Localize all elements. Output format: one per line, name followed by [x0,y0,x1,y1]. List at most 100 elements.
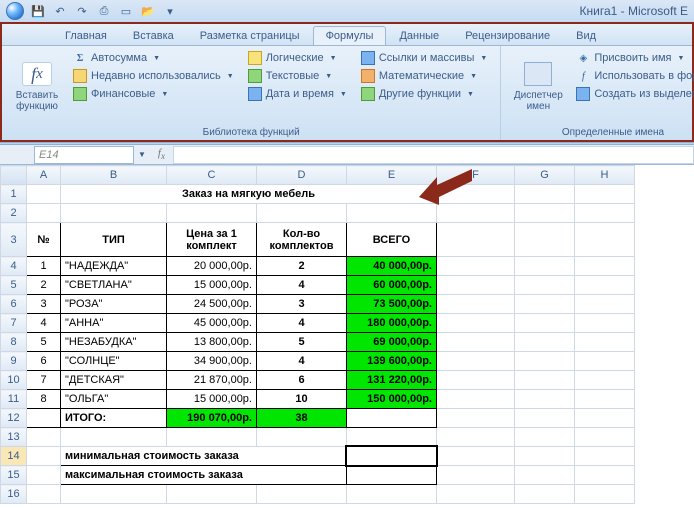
datetime-button[interactable]: Дата и время▼ [245,86,350,102]
tab-data[interactable]: Данные [386,26,452,45]
cell-price[interactable]: 45 000,00р. [167,314,257,333]
row-header[interactable]: 5 [1,276,27,295]
cell-no[interactable]: 7 [27,371,61,390]
cell-total[interactable]: 60 000,00р. [347,276,437,295]
cell-qty[interactable]: 5 [257,333,347,352]
totals-price[interactable]: 190 070,00р. [167,409,257,428]
row-header[interactable]: 12 [1,409,27,428]
cell-total[interactable]: 69 000,00р. [347,333,437,352]
cell-type[interactable]: "СВЕТЛАНА" [61,276,167,295]
cell-type[interactable]: "РОЗА" [61,295,167,314]
row-header[interactable]: 1 [1,185,27,204]
header-type[interactable]: ТИП [61,223,167,257]
min-cost-label[interactable]: минимальная стоимость заказа [61,447,347,466]
tab-formulas[interactable]: Формулы [313,26,387,45]
cell-total[interactable]: 73 500,00р. [347,295,437,314]
totals-qty[interactable]: 38 [257,409,347,428]
formula-input[interactable] [173,146,694,164]
cell-qty[interactable]: 4 [257,352,347,371]
qat-dropdown-icon[interactable]: ▾ [162,3,178,19]
cell-price[interactable]: 15 000,00р. [167,276,257,295]
cell-price[interactable]: 20 000,00р. [167,257,257,276]
row-header[interactable]: 15 [1,466,27,485]
row-header[interactable]: 7 [1,314,27,333]
row-header[interactable]: 4 [1,257,27,276]
row-header[interactable]: 13 [1,428,27,447]
max-cost-value[interactable] [347,466,437,485]
col-header[interactable]: G [515,166,575,185]
fx-label-icon[interactable]: fx [158,147,165,161]
cell-total[interactable]: 139 600,00р. [347,352,437,371]
cell-no[interactable]: 8 [27,390,61,409]
math-button[interactable]: Математические▼ [358,68,491,84]
cell-no[interactable]: 5 [27,333,61,352]
cell-no[interactable]: 4 [27,314,61,333]
cell-type[interactable]: "ДЕТСКАЯ" [61,371,167,390]
cell-type[interactable]: "АННА" [61,314,167,333]
tab-insert[interactable]: Вставка [120,26,187,45]
undo-icon[interactable]: ↶ [52,3,68,19]
cell-no[interactable]: 1 [27,257,61,276]
row-header[interactable]: 14 [1,447,27,466]
cell-total[interactable]: 180 000,00р. [347,314,437,333]
header-qty[interactable]: Кол-во комплектов [257,223,347,257]
redo-icon[interactable]: ↷ [74,3,90,19]
namebox-dropdown-icon[interactable]: ▼ [134,150,150,159]
lookup-button[interactable]: Ссылки и массивы▼ [358,50,491,66]
cell-no[interactable]: 2 [27,276,61,295]
tab-view[interactable]: Вид [563,26,609,45]
use-in-formula-button[interactable]: fИспользовать в форму [573,68,694,84]
text-button[interactable]: Текстовые▼ [245,68,350,84]
row-header[interactable]: 10 [1,371,27,390]
cell-total[interactable]: 150 000,00р. [347,390,437,409]
col-header[interactable]: E [347,166,437,185]
col-header[interactable]: D [257,166,347,185]
cell-price[interactable]: 15 000,00р. [167,390,257,409]
cell-qty[interactable]: 4 [257,314,347,333]
min-cost-value[interactable] [347,447,437,466]
cell-type[interactable]: "НЕЗАБУДКА" [61,333,167,352]
cell-no[interactable]: 6 [27,352,61,371]
cell-type[interactable]: "СОЛНЦЕ" [61,352,167,371]
worksheet-grid[interactable]: A B C D E F G H 1 Заказ на мягкую мебель… [0,165,694,508]
print-icon[interactable]: ⎙ [96,3,112,19]
cell-type[interactable]: "НАДЕЖДА" [61,257,167,276]
cell-price[interactable]: 13 800,00р. [167,333,257,352]
cell-total[interactable]: 131 220,00р. [347,371,437,390]
max-cost-label[interactable]: максимальная стоимость заказа [61,466,347,485]
office-button-icon[interactable] [6,2,24,20]
header-total[interactable]: ВСЕГО [347,223,437,257]
sheet-title[interactable]: Заказ на мягкую мебель [61,185,437,204]
cell-qty[interactable]: 4 [257,276,347,295]
recent-button[interactable]: Недавно использовались▼ [70,68,237,84]
new-icon[interactable]: ▭ [118,3,134,19]
logical-button[interactable]: Логические▼ [245,50,350,66]
cell-no[interactable]: 3 [27,295,61,314]
col-header[interactable]: B [61,166,167,185]
cell-qty[interactable]: 6 [257,371,347,390]
col-header[interactable]: A [27,166,61,185]
cell-qty[interactable]: 2 [257,257,347,276]
cell-price[interactable]: 21 870,00р. [167,371,257,390]
row-header[interactable]: 11 [1,390,27,409]
col-header[interactable]: C [167,166,257,185]
autosum-button[interactable]: ΣАвтосумма▼ [70,50,237,66]
create-from-button[interactable]: Создать из выделенно [573,86,694,102]
insert-function-button[interactable]: fx Вставить функцию [8,48,66,126]
header-no[interactable]: № [27,223,61,257]
tab-layout[interactable]: Разметка страницы [187,26,313,45]
cell-price[interactable]: 24 500,00р. [167,295,257,314]
row-header[interactable]: 2 [1,204,27,223]
tab-review[interactable]: Рецензирование [452,26,563,45]
open-icon[interactable]: 📂 [140,3,156,19]
row-header[interactable]: 8 [1,333,27,352]
name-manager-button[interactable]: Диспетчер имен [507,48,569,126]
totals-label[interactable]: ИТОГО: [61,409,167,428]
cell-qty[interactable]: 10 [257,390,347,409]
header-price[interactable]: Цена за 1 комплект [167,223,257,257]
col-header[interactable]: H [575,166,635,185]
save-icon[interactable]: 💾 [30,3,46,19]
tab-home[interactable]: Главная [52,26,120,45]
row-header[interactable]: 9 [1,352,27,371]
cell-type[interactable]: "ОЛЬГА" [61,390,167,409]
